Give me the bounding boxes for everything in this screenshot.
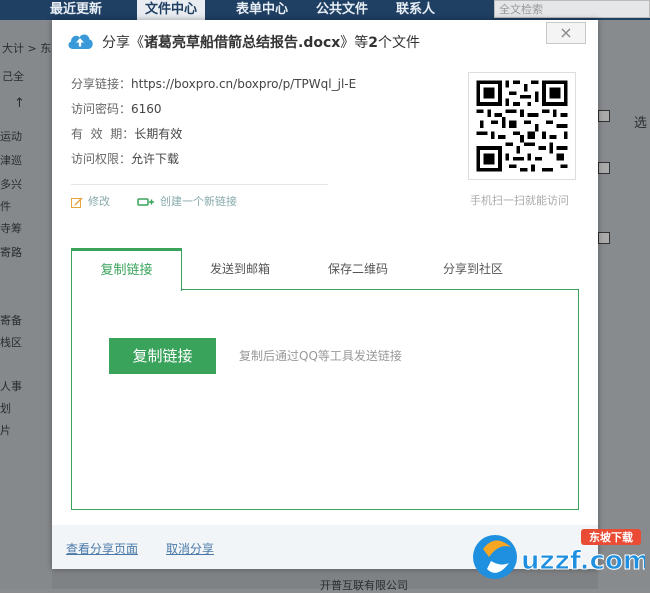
edit-icon [71,197,83,208]
permission-row: 访问权限：允许下载 [71,149,331,174]
edit-link[interactable]: 修改 [71,193,110,211]
nav-latest[interactable]: 最近更新 [50,0,102,20]
title-file-count: 2 [368,35,379,51]
copy-hint: 复制后通过QQ等工具发送链接 [239,349,402,363]
nav-public-files[interactable]: 公共文件 [316,0,368,20]
copy-link-panel: 复制链接 复制后通过QQ等工具发送链接 [71,289,579,510]
background-list-item: 件 [0,200,11,213]
password-row: 访问密码：6160 [71,99,331,124]
dialog-title: 分享《诸葛亮草船借箭总结报告.docx》等2个文件 [102,32,420,52]
cloud-upload-icon [68,34,93,49]
permission-label: 访问权限： [71,152,132,166]
share-link-value[interactable]: https://boxpro.cn/boxpro/p/TPWql_jl-E [131,77,356,91]
top-navigation: 最近更新 文件中心 表单中心 公共文件 联系人 全文检索 [0,0,650,20]
cancel-share-link[interactable]: 取消分享 [166,540,214,557]
validity-row: 有 效 期：长期有效 [71,124,331,149]
global-search-input[interactable]: 全文检索 [494,0,650,18]
background-select-label: 选 [634,116,648,131]
share-dialog: 分享《诸葛亮草船借箭总结报告.docx》等2个文件 × 分享链接：https:/… [52,20,598,569]
background-list-item: 津巡 [0,154,22,167]
title-suffix: 》等 [340,35,369,51]
background-text: 己全 [2,70,24,83]
background-checkbox[interactable] [598,232,610,244]
copy-link-button[interactable]: 复制链接 [109,338,216,374]
tab-send-email[interactable]: 发送到邮箱 [192,248,288,290]
background-list-item: 寄路 [0,246,22,259]
background-right-column [598,20,650,589]
background-list-item: 人事 [0,380,22,393]
share-link-label: 分享链接： [71,77,132,91]
validity-value: 长期有效 [134,127,183,141]
edit-label: 修改 [88,195,110,208]
nav-file-center[interactable]: 文件中心 [137,0,206,20]
share-tabs: 复制链接 发送到邮箱 保存二维码 分享到社区 [71,248,579,291]
title-prefix: 分享《 [102,35,144,51]
title-file-name: 诸葛亮草船借箭总结报告.docx [144,35,341,51]
create-new-link[interactable]: 创建一个新链接 [137,193,237,211]
nav-form-center[interactable]: 表单中心 [236,0,288,20]
tab-copy-link[interactable]: 复制链接 [71,248,182,291]
password-value: 6160 [131,102,162,116]
watermark-tag: 东坡下载 [589,530,633,544]
background-checkbox[interactable] [598,162,610,174]
validity-label: 有 效 期： [71,127,135,141]
title-end: 个文件 [378,35,421,51]
share-info: 分享链接：https://boxpro.cn/boxpro/p/TPWql_jl… [71,74,356,174]
background-footer: 开普互联有限公司 [320,579,408,592]
background-list-item: 运动 [0,130,22,143]
tab-share-community[interactable]: 分享到社区 [425,248,521,290]
nav-contacts[interactable]: 联系人 [396,0,435,20]
permission-value: 允许下载 [131,152,180,166]
background-list-item: 寺筹 [0,222,22,235]
view-share-page-link[interactable]: 查看分享页面 [66,540,138,557]
uzzf-watermark-logo: 东坡下载 uzzf.com [473,529,645,579]
add-link-icon [137,198,154,206]
info-divider [71,184,328,185]
background-list-item: 片 [0,424,11,437]
close-button[interactable]: × [546,22,586,44]
qr-code-image [468,72,576,180]
password-label: 访问密码： [71,102,132,116]
share-link-row: 分享链接：https://boxpro.cn/boxpro/p/TPWql_jl… [71,74,356,99]
background-list-item: 划 [0,402,11,415]
create-new-link-label: 创建一个新链接 [160,195,237,208]
tab-save-qr[interactable]: 保存二维码 [310,248,406,290]
background-checkbox[interactable] [598,110,610,122]
background-list-item: 多兴 [0,178,22,191]
background-sidebar [0,20,52,589]
background-breadcrumb: 大计 > 东 [2,42,52,55]
background-list-item: 寄备 [0,314,22,327]
watermark-text: uzzf.com [521,546,645,576]
sort-arrow-icon[interactable]: ↑ [14,96,25,111]
qr-caption: 手机扫一扫就能访问 [470,194,569,207]
dialog-header: 分享《诸葛亮草船借箭总结报告.docx》等2个文件 × [52,20,598,62]
background-list-item: 栈区 [0,336,22,349]
